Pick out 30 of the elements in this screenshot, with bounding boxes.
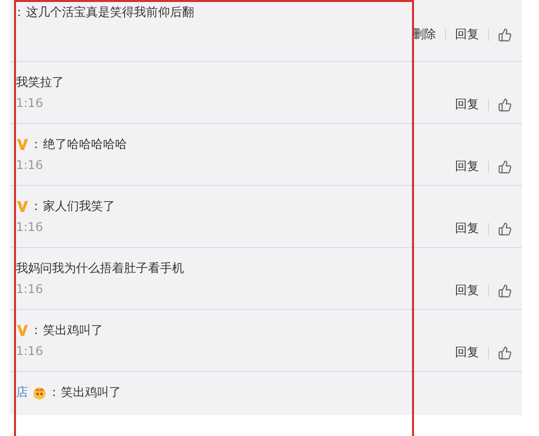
like-icon[interactable] — [498, 284, 512, 298]
colon: ： — [30, 136, 42, 152]
comment-text: 这几个活宝真是笑得我前仰后翻 — [26, 4, 194, 20]
colon: ： — [13, 4, 25, 20]
comment-text: 我笑拉了 — [16, 74, 64, 90]
like-icon[interactable] — [498, 98, 512, 112]
comment-text: 我妈问我为什么捂着肚子看手机 — [16, 260, 184, 276]
reply-link[interactable]: 回复 — [455, 96, 479, 113]
colon: ： — [30, 198, 42, 214]
reply-link[interactable]: 回复 — [455, 344, 479, 361]
comment-text: 笑出鸡叫了 — [43, 322, 103, 338]
comment-time: 1:16 — [16, 220, 43, 234]
comment-time: 1:16 — [16, 282, 43, 296]
reply-link[interactable]: 回复 — [455, 282, 479, 299]
user-name[interactable]: 店 — [16, 384, 28, 400]
comment-time: 1:16 — [16, 158, 43, 172]
comment-text: 笑出鸡叫了 — [61, 384, 121, 400]
colon: ： — [30, 322, 42, 338]
comment-text: 绝了哈哈哈哈哈 — [43, 136, 127, 152]
comment-text: 家人们我笑了 — [43, 198, 115, 214]
like-icon[interactable] — [498, 346, 512, 360]
like-icon[interactable] — [498, 222, 512, 236]
colon: ： — [48, 384, 60, 400]
reply-link[interactable]: 回复 — [455, 158, 479, 175]
comment-time: 1:16 — [16, 96, 43, 110]
like-icon[interactable] — [498, 160, 512, 174]
like-icon[interactable] — [498, 28, 512, 42]
comment-time: 1:16 — [16, 344, 43, 358]
reply-link[interactable]: 回复 — [455, 26, 479, 43]
reply-link[interactable]: 回复 — [455, 220, 479, 237]
